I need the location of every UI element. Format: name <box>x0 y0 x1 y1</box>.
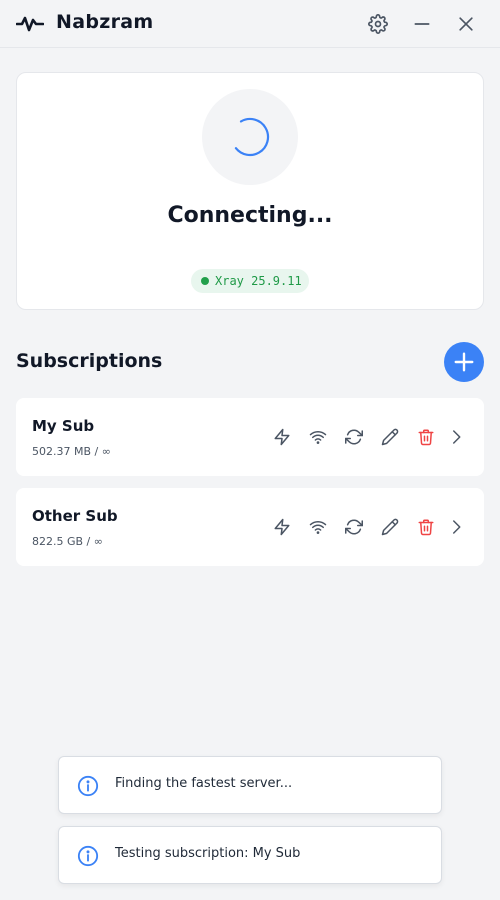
wifi-icon <box>309 520 327 534</box>
connection-status-text: Connecting... <box>167 203 333 228</box>
pulse-icon <box>16 16 44 32</box>
gear-icon <box>368 14 388 34</box>
connection-status-card: Connecting... Xray 25.9.11 <box>16 72 484 310</box>
connection-toggle-button[interactable] <box>202 89 298 185</box>
subscription-card[interactable]: My Sub 502.37 MB / ∞ <box>16 398 484 476</box>
open-subscription-button[interactable] <box>444 425 468 449</box>
subscription-usage: 502.37 MB / ∞ <box>32 445 111 458</box>
ping-button[interactable] <box>306 425 330 449</box>
add-subscription-button[interactable] <box>444 342 484 382</box>
toast-notification[interactable]: Finding the fastest server... <box>58 756 442 814</box>
refresh-button[interactable] <box>342 425 366 449</box>
info-icon <box>77 775 99 797</box>
ping-button[interactable] <box>306 515 330 539</box>
toast-message: Testing subscription: My Sub <box>115 846 301 861</box>
trash-icon <box>418 519 434 536</box>
subscription-name: My Sub <box>32 417 95 435</box>
subscription-card[interactable]: Other Sub 822.5 GB / ∞ <box>16 488 484 566</box>
wifi-icon <box>309 430 327 444</box>
plus-icon <box>454 352 474 372</box>
test-speed-button[interactable] <box>270 425 294 449</box>
toast-notification[interactable]: Testing subscription: My Sub <box>58 826 442 884</box>
delete-button[interactable] <box>414 515 438 539</box>
delete-button[interactable] <box>414 425 438 449</box>
status-dot <box>201 277 209 285</box>
open-subscription-button[interactable] <box>444 515 468 539</box>
refresh-button[interactable] <box>342 515 366 539</box>
minimize-button[interactable] <box>410 12 434 36</box>
pencil-icon <box>381 518 399 536</box>
trash-icon <box>418 429 434 446</box>
toast-message: Finding the fastest server... <box>115 776 293 791</box>
refresh-icon <box>345 429 363 445</box>
core-version-badge: Xray 25.9.11 <box>191 269 309 293</box>
close-icon <box>459 17 473 31</box>
edit-button[interactable] <box>378 515 402 539</box>
subscription-usage: 822.5 GB / ∞ <box>32 535 103 548</box>
title-bar: Nabzram <box>0 0 500 48</box>
chevron-right-icon <box>453 520 461 534</box>
core-version-text: Xray 25.9.11 <box>215 274 302 288</box>
close-button[interactable] <box>454 12 478 36</box>
app-title: Nabzram <box>56 11 154 33</box>
lightning-icon <box>274 428 290 446</box>
refresh-icon <box>345 519 363 535</box>
pencil-icon <box>381 428 399 446</box>
info-icon <box>77 845 99 867</box>
edit-button[interactable] <box>378 425 402 449</box>
chevron-right-icon <box>453 430 461 444</box>
test-speed-button[interactable] <box>270 515 294 539</box>
settings-button[interactable] <box>366 12 390 36</box>
subscription-name: Other Sub <box>32 507 118 525</box>
minimize-icon <box>414 23 430 25</box>
lightning-icon <box>274 518 290 536</box>
loading-spinner-icon <box>230 117 270 157</box>
subscriptions-title: Subscriptions <box>16 350 163 372</box>
